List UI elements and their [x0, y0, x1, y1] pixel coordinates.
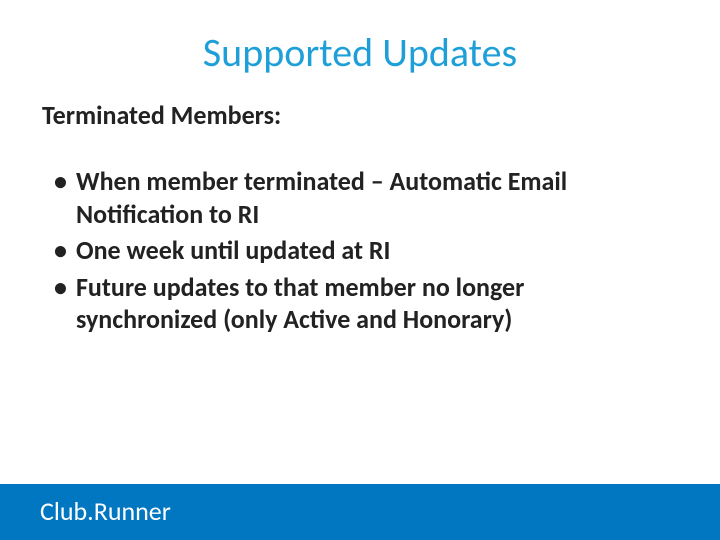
slide: Supported Updates Terminated Members: Wh…: [0, 0, 720, 540]
bullet-item: Future updates to that member no longer …: [50, 271, 670, 336]
slide-title: Supported Updates: [50, 28, 670, 77]
footer-brand: Club.Runner: [0, 484, 720, 527]
bullet-list: When member terminated – Automatic Email…: [50, 165, 670, 336]
slide-subtitle: Terminated Members:: [42, 99, 670, 131]
footer-bar: Club.Runner: [0, 484, 720, 540]
bullet-item: One week until updated at RI: [50, 234, 670, 267]
bullet-item: When member terminated – Automatic Email…: [50, 165, 670, 230]
